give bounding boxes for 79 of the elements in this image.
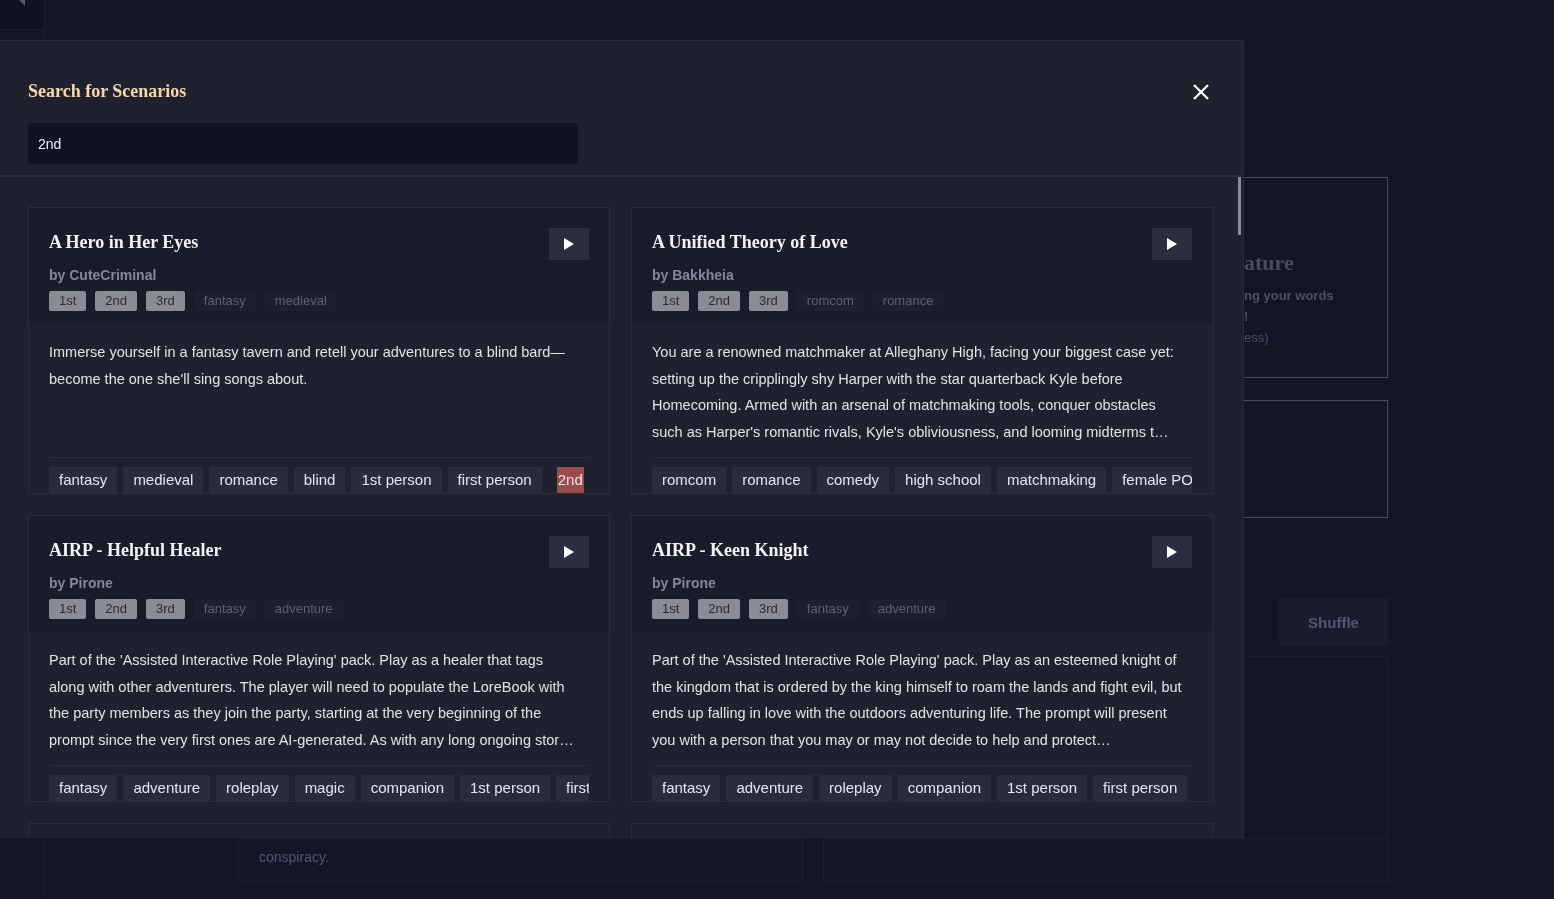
pronoun-tag: 2nd bbox=[95, 598, 138, 619]
scenario-description: Part of the 'Assisted Interactive Role Playing' pack. Play as an esteemed knight of the kingdom that is ordered by the king himself to roam the lands and fight evil, but ends up falling in love with the outdoors adventuring life. The prompt will present you with a person that you may or may not decide to help and protect… bbox=[651, 651, 1183, 750]
genre-tag: fantasy bbox=[193, 598, 256, 619]
scenario-title: AIRP - Keen Knight bbox=[652, 540, 810, 562]
play-button[interactable] bbox=[1152, 228, 1192, 260]
tag: medieval bbox=[123, 467, 204, 493]
tag: female PO bbox=[1112, 467, 1192, 493]
tag: high school bbox=[895, 467, 991, 493]
tag: companion bbox=[360, 775, 455, 801]
tag: roleplay bbox=[216, 775, 289, 801]
tag: matchmaking bbox=[996, 467, 1107, 493]
genre-tag: fantasy bbox=[796, 598, 859, 619]
pronoun-tag: 1st bbox=[652, 598, 690, 619]
tag: first person bbox=[1093, 775, 1188, 801]
play-button[interactable] bbox=[1152, 536, 1192, 568]
play-button[interactable] bbox=[549, 536, 589, 568]
genre-tag: medieval bbox=[264, 290, 337, 311]
close-icon bbox=[1192, 82, 1210, 101]
tag: companion bbox=[897, 775, 991, 801]
pronoun-tag: 2nd bbox=[95, 290, 138, 311]
tag: roleplay bbox=[819, 775, 892, 801]
scenario-card[interactable] bbox=[28, 207, 610, 494]
pronoun-tag: 1st bbox=[49, 598, 87, 619]
highlighted-tag: 2nd bbox=[556, 467, 584, 493]
tag: adventure bbox=[726, 775, 814, 801]
tag: first person bbox=[447, 467, 542, 493]
tag: adventure bbox=[123, 775, 211, 801]
author-name: by Bakkheia bbox=[652, 267, 735, 285]
genre-tag: romcom bbox=[796, 290, 864, 311]
play-icon bbox=[564, 546, 574, 558]
author-name: by Pirone bbox=[652, 575, 717, 593]
scenario-description: You are a renowned matchmaker at Alleghany High, facing your biggest case yet: setting up the cripplingly shy Harper with the star quarterback Kyle before Homecoming. Armed with an arsenal of matchmaking tools, conquer obstacles such as Harper's romantic rivals, Kyle's obliviousness, and looming midterms t… bbox=[651, 343, 1175, 442]
tag: romance bbox=[209, 467, 288, 493]
scenario-description: Immerse yourself in a fantasy tavern and retell your adventures to a blind bard—become the one she'll sing songs about. bbox=[48, 343, 566, 389]
scenario-card[interactable] bbox=[631, 515, 1213, 802]
tag: magic bbox=[294, 775, 355, 801]
tag: fantasy bbox=[652, 775, 721, 801]
genre-tag: fantasy bbox=[193, 290, 256, 311]
description-text: conspiracy. bbox=[238, 838, 803, 882]
scenario-card[interactable] bbox=[631, 207, 1213, 494]
scenario-title: A Unified Theory of Love bbox=[652, 232, 849, 254]
card-hint: ess) bbox=[1244, 329, 1270, 347]
scenario-title: A Hero in Her Eyes bbox=[49, 232, 200, 254]
pronoun-tag: 3rd bbox=[749, 290, 788, 311]
pronoun-tag: 1st bbox=[652, 290, 690, 311]
play-icon bbox=[1167, 238, 1177, 250]
genre-tag: adventure bbox=[867, 598, 946, 619]
tag: comedy bbox=[816, 467, 890, 493]
scenario-description: Part of the 'Assisted Interactive Role Playing' pack. Play as a healer that tags along with other adventurers. The player will need to populate the LoreBook with the party members as they join the party, starting at the very beginning of the prompt since the very first ones are AI-generated. As with any long ongoing stor… bbox=[48, 651, 575, 750]
play-button[interactable] bbox=[549, 228, 589, 260]
author-name: by Pirone bbox=[49, 575, 114, 593]
search-field[interactable]: 2nd bbox=[28, 123, 578, 164]
tag: fantasy bbox=[49, 467, 118, 493]
tag: fantasy bbox=[49, 775, 118, 801]
play-icon bbox=[1167, 546, 1177, 558]
modal-title: Search for Scenarios bbox=[28, 81, 187, 102]
card-text: ng your words bbox=[1244, 287, 1335, 305]
back-arrow-icon[interactable] bbox=[17, 0, 27, 8]
scenario-card[interactable] bbox=[28, 515, 610, 802]
tag: 1st person bbox=[351, 467, 442, 493]
play-icon bbox=[564, 238, 574, 250]
pronoun-tag: 2nd bbox=[698, 290, 741, 311]
card-text: ! bbox=[1244, 308, 1250, 326]
tag: romance bbox=[732, 467, 811, 493]
pronoun-tag: 3rd bbox=[146, 598, 185, 619]
author-name: by CuteCriminal bbox=[49, 267, 158, 285]
scenario-title: AIRP - Helpful Healer bbox=[49, 540, 223, 562]
tag: blind bbox=[293, 467, 346, 493]
tag: romcom bbox=[652, 467, 727, 493]
genre-tag: romance bbox=[872, 290, 944, 311]
shuffle-button[interactable]: Shuffle bbox=[1279, 598, 1388, 646]
tag: 1st person bbox=[460, 775, 551, 801]
close-button[interactable] bbox=[1192, 82, 1210, 101]
pronoun-tag: 2nd bbox=[698, 598, 741, 619]
genre-tag: adventure bbox=[264, 598, 343, 619]
pronoun-tag: 1st bbox=[49, 290, 87, 311]
pronoun-tag: 3rd bbox=[749, 598, 788, 619]
pronoun-tag: 3rd bbox=[146, 290, 185, 311]
tag: 1st person bbox=[997, 775, 1088, 801]
